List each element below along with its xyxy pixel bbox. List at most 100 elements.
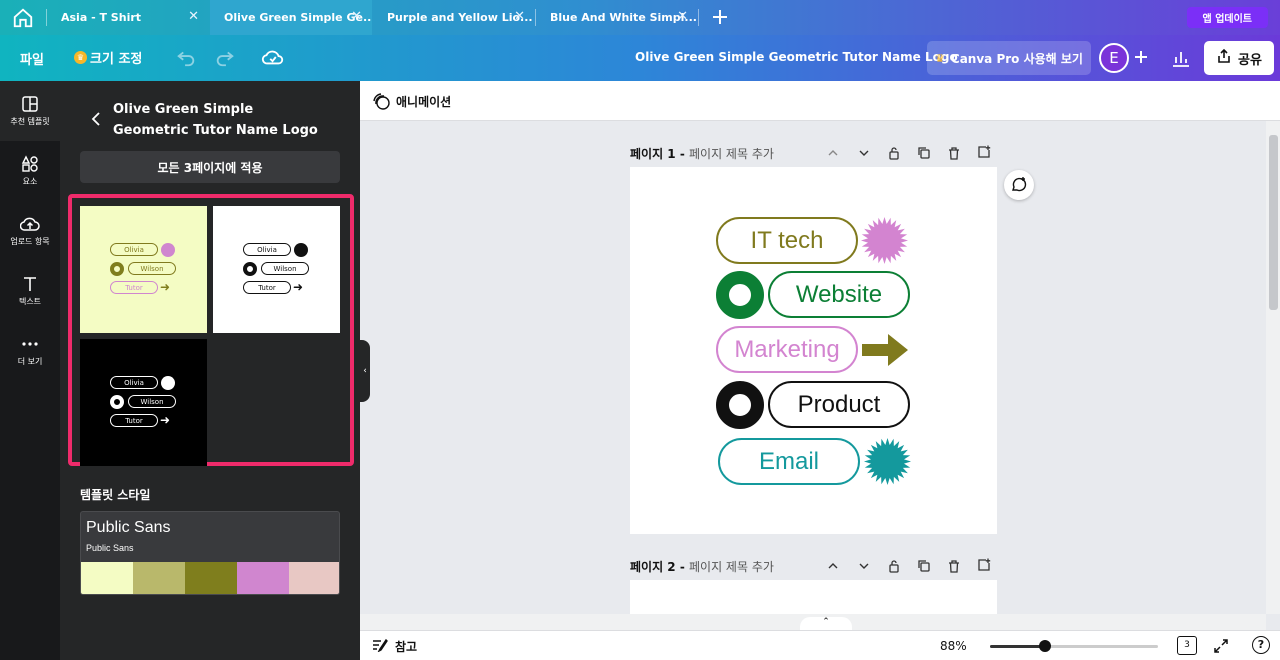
add-page-icon[interactable]: [977, 557, 993, 573]
design-pill-website[interactable]: Website: [768, 271, 910, 318]
tab-separator: [698, 9, 699, 26]
delete-icon[interactable]: [947, 558, 963, 574]
apply-all-pages-button[interactable]: 모든 3페이지에 적용: [80, 151, 340, 183]
animation-label[interactable]: 애니메이션: [396, 93, 451, 110]
rail-label: 텍스트: [18, 297, 42, 306]
page-count-button[interactable]: 3: [1177, 636, 1197, 655]
document-title[interactable]: Olive Green Simple Geometric Tutor Name …: [635, 50, 958, 64]
undo-icon[interactable]: [175, 46, 199, 70]
zoom-value[interactable]: 88%: [940, 639, 967, 653]
template-style-card[interactable]: Public Sans Public Sans: [80, 511, 340, 595]
ring-icon[interactable]: [716, 271, 764, 319]
ring-icon[interactable]: [716, 381, 764, 429]
zoom-slider-knob[interactable]: [1039, 640, 1052, 652]
close-icon[interactable]: ✕: [351, 9, 362, 24]
add-comment-icon[interactable]: [1004, 170, 1034, 200]
zoom-slider[interactable]: [990, 640, 1158, 652]
chevron-left-icon: ‹: [363, 366, 367, 376]
fullscreen-icon[interactable]: [1212, 637, 1230, 655]
canva-pro-button[interactable]: ♛ Canva Pro 사용해 보기: [927, 41, 1091, 75]
rail-item-elements[interactable]: 요소: [0, 141, 60, 201]
tab-blue-white[interactable]: Blue And White Simpl... ✕: [536, 0, 698, 35]
tab-label: Purple and Yellow Lio...: [387, 11, 533, 24]
user-avatar[interactable]: E: [1099, 43, 1129, 73]
design-pill-email[interactable]: Email: [718, 438, 860, 485]
crown-icon: ♛: [935, 51, 945, 65]
tab-olive-green[interactable]: Olive Green Simple Ge... ✕: [210, 0, 372, 35]
insights-chart-icon[interactable]: [1169, 46, 1193, 70]
delete-icon[interactable]: [947, 145, 963, 161]
starburst-icon[interactable]: [860, 216, 909, 265]
page1-title-placeholder[interactable]: 페이지 제목 추가: [689, 147, 774, 161]
back-chevron-icon[interactable]: [90, 111, 104, 127]
template-thumb-black[interactable]: Olivia Wilson Tutor ➜: [80, 339, 207, 466]
design-pill-it-tech[interactable]: IT tech: [716, 217, 858, 264]
scrollbar-thumb[interactable]: [1269, 135, 1278, 310]
close-icon[interactable]: ✕: [514, 9, 525, 24]
help-icon[interactable]: ?: [1252, 636, 1270, 654]
rail-item-templates[interactable]: 추천 템플릿: [0, 81, 60, 141]
page2-header[interactable]: 페이지 2 - 페이지 제목 추가: [630, 558, 774, 575]
animation-icon[interactable]: [372, 92, 390, 110]
thumb-ring: [243, 262, 257, 276]
page1-label: 페이지 1 -: [630, 147, 689, 161]
page2-title-placeholder[interactable]: 페이지 제목 추가: [689, 560, 774, 574]
tab-label: Blue And White Simpl...: [550, 11, 697, 24]
palette-swatch: [289, 562, 339, 594]
style-font-name: Public Sans: [86, 519, 171, 536]
add-page-icon[interactable]: [977, 144, 993, 160]
move-up-icon[interactable]: [826, 558, 842, 574]
animation-bar: 애니메이션: [360, 81, 1280, 121]
thumb-dot: [294, 243, 308, 257]
resize-button[interactable]: ♛ 크기 조정: [74, 48, 142, 67]
tab-asia-tshirt[interactable]: Asia - T Shirt ✕: [47, 0, 209, 35]
notes-button[interactable]: 참고: [372, 638, 417, 655]
rail-label: 요소: [22, 177, 38, 186]
move-down-icon[interactable]: [857, 145, 873, 161]
tab-purple-yellow[interactable]: Purple and Yellow Lio... ✕: [373, 0, 535, 35]
page1-header[interactable]: 페이지 1 - 페이지 제목 추가: [630, 145, 774, 162]
close-icon[interactable]: ✕: [188, 9, 199, 24]
editor-toolbar: 파일 ♛ 크기 조정 Olive Green Simple Geometric …: [0, 35, 1280, 81]
app-update-button[interactable]: 앱 업데이트: [1186, 7, 1268, 28]
thumb-pill-olivia: Olivia: [243, 243, 291, 256]
template-thumb-yellow[interactable]: Olivia Wilson Tutor ➜: [80, 206, 207, 333]
rail-item-text[interactable]: 텍스트: [0, 261, 60, 321]
palette-swatch: [185, 562, 237, 594]
design-page-1[interactable]: IT tech Website Marketing Product Email: [630, 167, 997, 534]
duplicate-icon[interactable]: [917, 558, 933, 574]
close-icon[interactable]: ✕: [677, 9, 688, 24]
rail-label: 추천 템플릿: [10, 117, 50, 126]
move-down-icon[interactable]: [857, 558, 873, 574]
rail-item-more[interactable]: 더 보기: [0, 321, 60, 381]
cloud-saved-icon[interactable]: [261, 46, 285, 70]
collapse-panel-handle[interactable]: ‹: [360, 340, 370, 402]
thumb-ring: [110, 262, 124, 276]
template-thumb-white[interactable]: Olivia Wilson Tutor ➜: [213, 206, 340, 333]
duplicate-icon[interactable]: [917, 145, 933, 161]
resize-label: 크기 조정: [90, 52, 143, 67]
lock-icon[interactable]: [887, 558, 903, 574]
share-button[interactable]: 공유: [1204, 41, 1274, 75]
lock-icon[interactable]: [887, 145, 903, 161]
add-collaborator-icon[interactable]: [1131, 47, 1151, 67]
arrow-right-icon[interactable]: [862, 332, 910, 368]
starburst-icon[interactable]: [863, 437, 912, 486]
thumb-pill-wilson: Wilson: [261, 262, 309, 275]
horizontal-scrollbar[interactable]: ⌃: [360, 614, 1266, 633]
design-pill-product[interactable]: Product: [768, 381, 910, 428]
crown-icon: ♛: [74, 51, 87, 64]
home-icon[interactable]: [12, 7, 34, 29]
tab-label: Olive Green Simple Ge...: [224, 11, 372, 24]
rail-item-uploads[interactable]: 업로드 항목: [0, 201, 60, 261]
thumb-dot: [161, 243, 175, 257]
thumb-pill-olivia: Olivia: [110, 376, 158, 389]
file-menu[interactable]: 파일: [20, 49, 44, 68]
redo-icon[interactable]: [214, 46, 238, 70]
move-up-icon[interactable]: [826, 145, 842, 161]
template-style-title: 템플릿 스타일: [80, 488, 151, 502]
pro-label: Canva Pro 사용해 보기: [950, 51, 1083, 66]
design-pill-marketing[interactable]: Marketing: [716, 326, 858, 373]
vertical-scrollbar[interactable]: [1266, 121, 1280, 614]
new-tab-icon[interactable]: [710, 7, 730, 27]
